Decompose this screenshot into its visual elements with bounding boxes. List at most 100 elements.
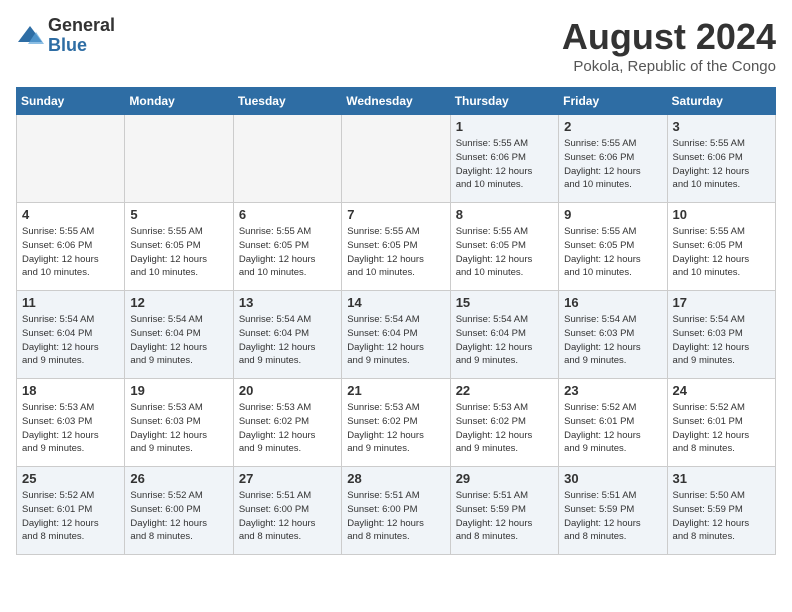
calendar-cell: 7 Sunrise: 5:55 AM Sunset: 6:05 PM Daylig… [342, 203, 450, 291]
day-info: Sunrise: 5:54 AM Sunset: 6:04 PM Dayligh… [347, 313, 444, 368]
day-info: Sunrise: 5:52 AM Sunset: 6:01 PM Dayligh… [673, 401, 770, 456]
calendar-cell: 3 Sunrise: 5:55 AM Sunset: 6:06 PM Daylig… [667, 115, 775, 203]
week-row-1: 1 Sunrise: 5:55 AM Sunset: 6:06 PM Daylig… [17, 115, 776, 203]
calendar-cell: 2 Sunrise: 5:55 AM Sunset: 6:06 PM Daylig… [559, 115, 667, 203]
logo-general-text: General [48, 16, 115, 36]
day-number: 14 [347, 295, 444, 310]
day-info: Sunrise: 5:53 AM Sunset: 6:02 PM Dayligh… [456, 401, 553, 456]
calendar-cell [17, 115, 125, 203]
calendar-cell: 9 Sunrise: 5:55 AM Sunset: 6:05 PM Daylig… [559, 203, 667, 291]
weekday-header-friday: Friday [559, 88, 667, 115]
calendar-cell: 13 Sunrise: 5:54 AM Sunset: 6:04 PM Dayli… [233, 291, 341, 379]
day-number: 2 [564, 119, 661, 134]
day-info: Sunrise: 5:54 AM Sunset: 6:04 PM Dayligh… [456, 313, 553, 368]
week-row-5: 25 Sunrise: 5:52 AM Sunset: 6:01 PM Dayli… [17, 467, 776, 555]
day-number: 1 [456, 119, 553, 134]
calendar-cell: 31Sunrise: 5:50 AM Sunset: 5:59 PM Dayli… [667, 467, 775, 555]
day-info: Sunrise: 5:53 AM Sunset: 6:02 PM Dayligh… [347, 401, 444, 456]
calendar-cell [125, 115, 233, 203]
day-info: Sunrise: 5:55 AM Sunset: 6:06 PM Dayligh… [564, 137, 661, 192]
calendar-cell: 18Sunrise: 5:53 AM Sunset: 6:03 PM Dayli… [17, 379, 125, 467]
day-info: Sunrise: 5:55 AM Sunset: 6:05 PM Dayligh… [564, 225, 661, 280]
day-info: Sunrise: 5:51 AM Sunset: 6:00 PM Dayligh… [347, 489, 444, 544]
day-number: 24 [673, 383, 770, 398]
day-info: Sunrise: 5:51 AM Sunset: 5:59 PM Dayligh… [456, 489, 553, 544]
day-info: Sunrise: 5:55 AM Sunset: 6:06 PM Dayligh… [456, 137, 553, 192]
day-number: 5 [130, 207, 227, 222]
weekday-header-tuesday: Tuesday [233, 88, 341, 115]
calendar-cell: 29 Sunrise: 5:51 AM Sunset: 5:59 PM Dayli… [450, 467, 558, 555]
calendar-cell: 8Sunrise: 5:55 AM Sunset: 6:05 PM Daylig… [450, 203, 558, 291]
calendar-cell: 12Sunrise: 5:54 AM Sunset: 6:04 PM Dayli… [125, 291, 233, 379]
month-year-title: August 2024 [562, 16, 776, 58]
weekday-header-wednesday: Wednesday [342, 88, 450, 115]
day-info: Sunrise: 5:55 AM Sunset: 6:05 PM Dayligh… [456, 225, 553, 280]
location-subtitle: Pokola, Republic of the Congo [562, 58, 776, 75]
day-info: Sunrise: 5:51 AM Sunset: 6:00 PM Dayligh… [239, 489, 336, 544]
day-info: Sunrise: 5:53 AM Sunset: 6:02 PM Dayligh… [239, 401, 336, 456]
logo-icon [16, 22, 44, 50]
calendar-cell: 1 Sunrise: 5:55 AM Sunset: 6:06 PM Daylig… [450, 115, 558, 203]
calendar-cell: 24 Sunrise: 5:52 AM Sunset: 6:01 PM Dayli… [667, 379, 775, 467]
day-number: 20 [239, 383, 336, 398]
calendar-cell: 25 Sunrise: 5:52 AM Sunset: 6:01 PM Dayli… [17, 467, 125, 555]
calendar-cell: 26Sunrise: 5:52 AM Sunset: 6:00 PM Dayli… [125, 467, 233, 555]
calendar-cell: 4 Sunrise: 5:55 AM Sunset: 6:06 PM Daylig… [17, 203, 125, 291]
day-info: Sunrise: 5:52 AM Sunset: 6:01 PM Dayligh… [22, 489, 119, 544]
weekday-header-sunday: Sunday [17, 88, 125, 115]
day-number: 23 [564, 383, 661, 398]
day-number: 19 [130, 383, 227, 398]
day-number: 22 [456, 383, 553, 398]
calendar-cell: 27 Sunrise: 5:51 AM Sunset: 6:00 PM Dayli… [233, 467, 341, 555]
day-number: 7 [347, 207, 444, 222]
week-row-2: 4 Sunrise: 5:55 AM Sunset: 6:06 PM Daylig… [17, 203, 776, 291]
calendar-cell: 11 Sunrise: 5:54 AM Sunset: 6:04 PM Dayli… [17, 291, 125, 379]
week-row-4: 18 Sunrise: 5:53 AM Sunset: 6:03 PM Dayli… [17, 379, 776, 467]
day-info: Sunrise: 5:55 AM Sunset: 6:06 PM Dayligh… [22, 225, 119, 280]
calendar-table: SundayMondayTuesdayWednesdayThursdayFrid… [16, 87, 776, 555]
calendar-cell: 15 Sunrise: 5:54 AM Sunset: 6:04 PM Dayli… [450, 291, 558, 379]
day-info: Sunrise: 5:54 AM Sunset: 6:04 PM Dayligh… [22, 313, 119, 368]
calendar-cell [342, 115, 450, 203]
calendar-cell: 30Sunrise: 5:51 AM Sunset: 5:59 PM Dayli… [559, 467, 667, 555]
calendar-cell: 16 Sunrise: 5:54 AM Sunset: 6:03 PM Dayli… [559, 291, 667, 379]
logo: General Blue [16, 16, 115, 56]
day-info: Sunrise: 5:51 AM Sunset: 5:59 PM Dayligh… [564, 489, 661, 544]
weekday-header-row: SundayMondayTuesdayWednesdayThursdayFrid… [17, 88, 776, 115]
day-number: 13 [239, 295, 336, 310]
calendar-cell: 20 Sunrise: 5:53 AM Sunset: 6:02 PM Dayli… [233, 379, 341, 467]
calendar-cell: 17 Sunrise: 5:54 AM Sunset: 6:03 PM Dayli… [667, 291, 775, 379]
day-info: Sunrise: 5:55 AM Sunset: 6:05 PM Dayligh… [673, 225, 770, 280]
day-info: Sunrise: 5:55 AM Sunset: 6:05 PM Dayligh… [347, 225, 444, 280]
day-info: Sunrise: 5:55 AM Sunset: 6:05 PM Dayligh… [239, 225, 336, 280]
calendar-cell: 21 Sunrise: 5:53 AM Sunset: 6:02 PM Dayli… [342, 379, 450, 467]
day-number: 15 [456, 295, 553, 310]
day-info: Sunrise: 5:53 AM Sunset: 6:03 PM Dayligh… [130, 401, 227, 456]
day-number: 4 [22, 207, 119, 222]
day-number: 9 [564, 207, 661, 222]
title-block: August 2024 Pokola, Republic of the Cong… [562, 16, 776, 75]
calendar-cell: 22 Sunrise: 5:53 AM Sunset: 6:02 PM Dayli… [450, 379, 558, 467]
day-number: 25 [22, 471, 119, 486]
day-number: 18 [22, 383, 119, 398]
day-number: 10 [673, 207, 770, 222]
day-number: 28 [347, 471, 444, 486]
day-number: 29 [456, 471, 553, 486]
calendar-cell: 28 Sunrise: 5:51 AM Sunset: 6:00 PM Dayli… [342, 467, 450, 555]
day-info: Sunrise: 5:54 AM Sunset: 6:03 PM Dayligh… [564, 313, 661, 368]
day-number: 12 [130, 295, 227, 310]
week-row-3: 11 Sunrise: 5:54 AM Sunset: 6:04 PM Dayli… [17, 291, 776, 379]
page-header: General Blue August 2024 Pokola, Republi… [16, 16, 776, 75]
logo-blue-text: Blue [48, 36, 115, 56]
day-number: 16 [564, 295, 661, 310]
day-info: Sunrise: 5:54 AM Sunset: 6:04 PM Dayligh… [239, 313, 336, 368]
day-info: Sunrise: 5:55 AM Sunset: 6:06 PM Dayligh… [673, 137, 770, 192]
day-number: 27 [239, 471, 336, 486]
day-number: 3 [673, 119, 770, 134]
day-info: Sunrise: 5:54 AM Sunset: 6:03 PM Dayligh… [673, 313, 770, 368]
day-number: 21 [347, 383, 444, 398]
calendar-cell: 19 Sunrise: 5:53 AM Sunset: 6:03 PM Dayli… [125, 379, 233, 467]
day-number: 11 [22, 295, 119, 310]
day-number: 17 [673, 295, 770, 310]
day-number: 6 [239, 207, 336, 222]
